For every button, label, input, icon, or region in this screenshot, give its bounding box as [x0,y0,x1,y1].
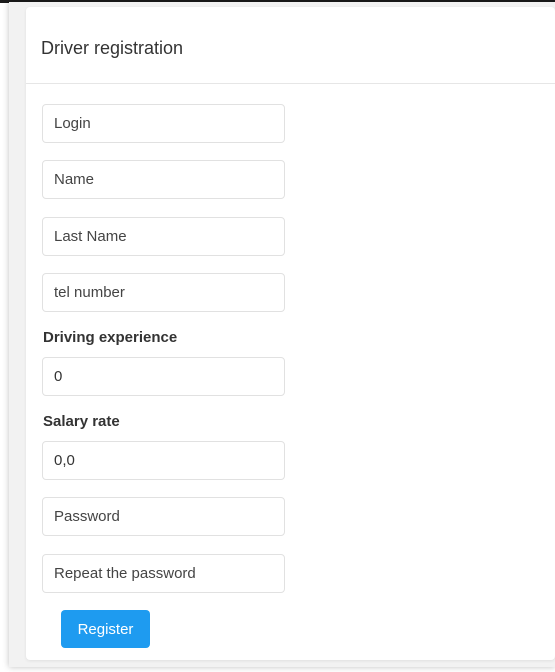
driver-registration-panel: Driver registration Driving experience S… [26,7,555,660]
driving-experience-label: Driving experience [43,329,178,346]
login-input[interactable] [42,104,285,143]
page-background: Driver registration Driving experience S… [9,2,555,667]
register-button[interactable]: Register [61,610,150,648]
salary-rate-input[interactable] [42,441,285,480]
password-input[interactable] [42,497,285,536]
driving-experience-input[interactable] [42,357,285,396]
page-title: Driver registration [41,38,184,58]
repeat-password-input[interactable] [42,554,285,593]
tel-number-input[interactable] [42,273,285,312]
last-name-input[interactable] [42,217,285,256]
name-input[interactable] [42,160,285,199]
salary-rate-label: Salary rate [43,413,120,430]
panel-header: Driver registration [26,7,555,84]
